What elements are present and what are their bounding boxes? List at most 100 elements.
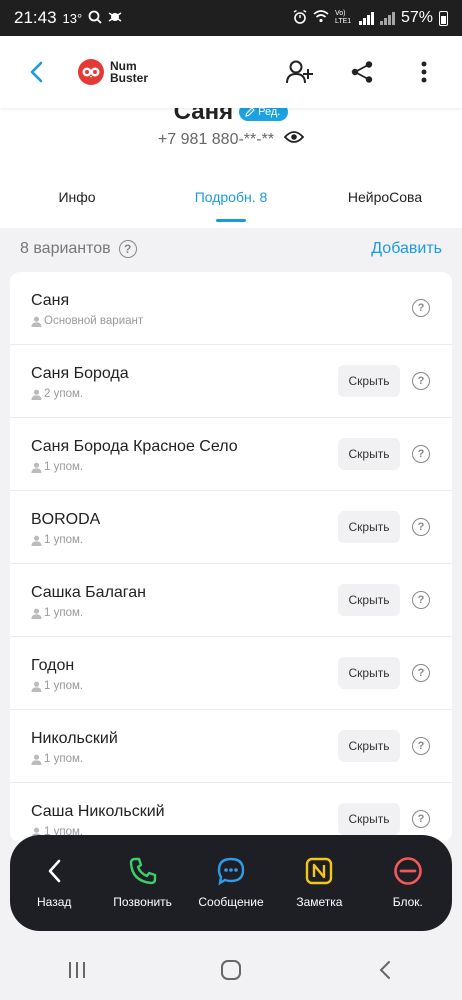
hide-variant-button[interactable]: Скрыть — [338, 730, 400, 762]
person-icon — [31, 608, 42, 619]
list-item[interactable]: Саня Борода 2 упом. Скрыть ? — [10, 345, 452, 418]
variants-section-header: 8 вариантов ? Добавить — [20, 240, 442, 258]
action-label: Позвонить — [113, 895, 172, 909]
phone-icon — [128, 855, 158, 887]
list-item[interactable]: Саня Основной вариант ? — [10, 272, 452, 345]
block-button[interactable]: Блок. — [364, 835, 452, 931]
app-bar: Num Buster — [0, 36, 462, 108]
message-icon — [216, 855, 246, 887]
hide-variant-button[interactable]: Скрыть — [338, 365, 400, 397]
system-back-button[interactable] — [355, 950, 415, 990]
help-icon[interactable]: ? — [412, 372, 430, 390]
chevron-left-icon — [30, 61, 43, 83]
help-icon[interactable]: ? — [412, 591, 430, 609]
status-temperature: 13° — [62, 10, 83, 26]
variant-meta: 1 упом. — [31, 607, 83, 619]
help-icon[interactable]: ? — [412, 445, 430, 463]
help-icon[interactable]: ? — [412, 810, 430, 828]
person-icon — [31, 462, 42, 473]
logo-text-line2: Buster — [110, 71, 149, 85]
show-phone-button[interactable] — [283, 130, 305, 149]
back-action-button[interactable]: Назад — [10, 835, 98, 931]
lte-status-label: Vo) LTE1 — [334, 10, 352, 25]
action-label: Заметка — [296, 895, 343, 909]
tab-info[interactable]: Инфо — [0, 176, 154, 228]
more-vertical-icon — [421, 61, 427, 83]
call-button[interactable]: Позвонить — [98, 835, 186, 931]
block-icon — [393, 855, 423, 887]
variant-meta: 1 упом. — [31, 534, 83, 546]
help-icon[interactable]: ? — [412, 518, 430, 536]
hide-variant-button[interactable]: Скрыть — [338, 584, 400, 616]
list-item[interactable]: Годон 1 упом. Скрыть ? — [10, 637, 452, 710]
hide-variant-button[interactable]: Скрыть — [338, 511, 400, 543]
add-variant-button[interactable]: Добавить — [371, 240, 442, 258]
owl-logo-icon — [78, 59, 104, 85]
search-status-icon — [88, 10, 102, 27]
help-icon[interactable]: ? — [412, 299, 430, 317]
variant-name: Сашка Балаган — [31, 584, 147, 601]
tab-neirosova[interactable]: НейроСова — [308, 176, 462, 228]
variant-meta: 1 упом. — [31, 461, 83, 473]
home-button[interactable] — [201, 950, 261, 990]
list-item[interactable]: Саня Борода Красное Село 1 упом. Скрыть … — [10, 418, 452, 491]
add-person-icon — [286, 60, 313, 84]
help-icon[interactable]: ? — [412, 737, 430, 755]
variant-name: Саша Никольский — [31, 803, 165, 820]
variant-name: BORODA — [31, 511, 101, 528]
contact-action-bar: Назад Позвонить Сообщение Заметка Блок. — [10, 835, 452, 931]
variant-meta-text: 2 упом. — [44, 388, 84, 400]
person-icon — [31, 316, 42, 327]
back-icon — [379, 961, 390, 979]
variant-meta: 1 упом. — [31, 753, 83, 765]
contact-phone: +7 981 880-**-** — [157, 130, 275, 148]
hide-variant-button[interactable]: Скрыть — [338, 438, 400, 470]
add-contact-button[interactable] — [280, 52, 320, 92]
action-label: Блок. — [392, 895, 423, 909]
wifi-status-icon — [313, 10, 329, 26]
battery-percent: 57% — [400, 9, 433, 26]
more-menu-button[interactable] — [404, 52, 444, 92]
share-button[interactable] — [342, 52, 382, 92]
back-button[interactable] — [18, 54, 54, 90]
person-icon — [31, 535, 42, 546]
variant-name: Саня Борода — [31, 365, 129, 382]
help-icon[interactable]: ? — [412, 664, 430, 682]
variant-name: Саня — [31, 292, 70, 309]
chevron-left-icon — [47, 855, 61, 887]
signal2-status-icon — [379, 11, 395, 25]
person-icon — [31, 389, 42, 400]
tab-details[interactable]: Подробн. 8 — [154, 176, 308, 228]
list-item[interactable]: Саша Никольский 1 упом. Скрыть ? — [10, 783, 452, 842]
list-item[interactable]: BORODA 1 упом. Скрыть ? — [10, 491, 452, 564]
signal-status-icon — [358, 11, 374, 25]
status-time: 21:43 — [14, 8, 57, 27]
hide-variant-button[interactable]: Скрыть — [338, 657, 400, 689]
numbuster-logo: Num Buster — [78, 59, 148, 85]
help-icon[interactable]: ? — [118, 240, 137, 258]
recents-icon — [69, 962, 85, 978]
variant-meta: Основной вариант — [31, 315, 143, 327]
variant-meta-text: Основной вариант — [44, 315, 144, 327]
note-button[interactable]: Заметка — [275, 835, 363, 931]
action-label: Назад — [37, 895, 72, 909]
variant-meta: 1 упом. — [31, 680, 83, 692]
home-icon — [221, 960, 241, 980]
notification-status-icon — [108, 10, 122, 27]
variant-meta: 2 упом. — [31, 388, 83, 400]
list-item[interactable]: Никольский 1 упом. Скрыть ? — [10, 710, 452, 783]
variants-list: Саня Основной вариант ? Саня Борода 2 уп… — [10, 272, 452, 842]
battery-icon — [439, 10, 448, 26]
variant-meta-text: 1 упом. — [44, 534, 84, 546]
variant-meta-text: 1 упом. — [44, 607, 84, 619]
status-bar: 21:43 13° Vo) LTE1 57% — [0, 0, 462, 36]
profile-header: Саня Ред. +7 981 880-**-** Инфо Подробн.… — [0, 98, 462, 228]
list-item[interactable]: Сашка Балаган 1 упом. Скрыть ? — [10, 564, 452, 637]
variant-meta-text: 1 упом. — [44, 461, 84, 473]
variant-name: Саня Борода Красное Село — [31, 438, 238, 455]
eye-icon — [283, 131, 305, 143]
hide-variant-button[interactable]: Скрыть — [338, 803, 400, 835]
recents-button[interactable] — [47, 950, 107, 990]
message-button[interactable]: Сообщение — [187, 835, 275, 931]
tabs: Инфо Подробн. 8 НейроСова — [0, 176, 462, 228]
